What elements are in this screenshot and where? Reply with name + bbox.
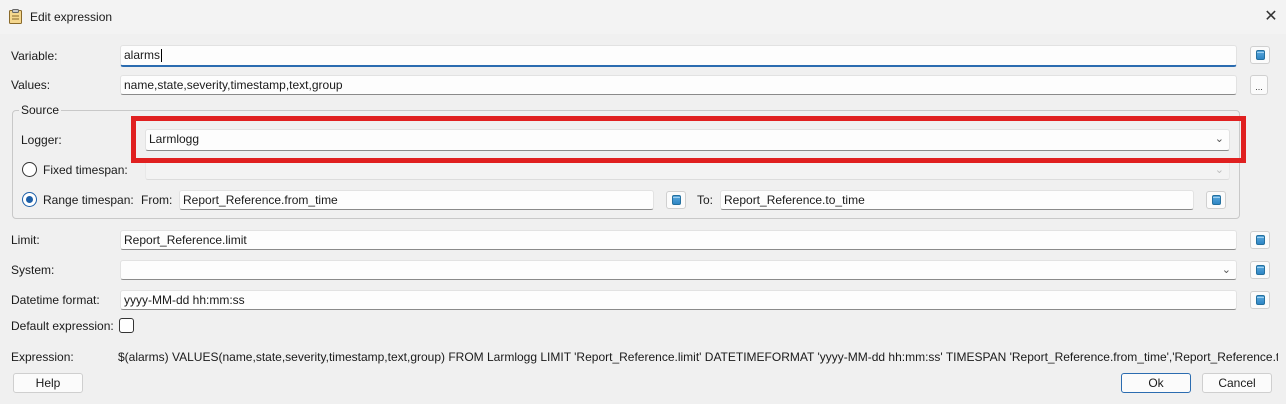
database-icon <box>672 195 681 205</box>
database-icon <box>1256 235 1265 245</box>
limit-value: Report_Reference.limit <box>124 233 247 247</box>
source-group-title: Source <box>19 103 62 117</box>
from-input[interactable]: Report_Reference.from_time <box>179 190 654 210</box>
to-label: To: <box>697 193 714 207</box>
values-browse-button[interactable]: ... <box>1250 75 1268 95</box>
limit-database-button[interactable] <box>1250 231 1270 249</box>
fixed-timespan-select[interactable]: ⌄ <box>145 160 1230 180</box>
variable-label: Variable: <box>11 49 58 63</box>
values-value: name,state,severity,timestamp,text,group <box>124 78 343 92</box>
highlight-box <box>131 116 1246 163</box>
to-value: Report_Reference.to_time <box>724 193 865 207</box>
logger-label: Logger: <box>21 133 62 147</box>
chevron-down-icon: ⌄ <box>1214 164 1224 176</box>
text-caret <box>161 49 163 63</box>
variable-input[interactable]: alarms <box>120 45 1237 67</box>
chevron-down-icon: ⌄ <box>1221 264 1231 276</box>
datetime-database-button[interactable] <box>1250 291 1270 309</box>
system-select[interactable]: ⌄ <box>120 260 1237 280</box>
variable-database-button[interactable] <box>1250 46 1270 64</box>
ok-button[interactable]: Ok <box>1121 373 1191 393</box>
fixed-timespan-label: Fixed timespan: <box>43 163 128 177</box>
system-database-button[interactable] <box>1250 261 1270 279</box>
database-icon <box>1256 265 1265 275</box>
database-icon <box>1256 50 1265 60</box>
clipboard-icon <box>9 9 22 24</box>
values-label: Values: <box>11 78 51 92</box>
system-label: System: <box>11 263 55 277</box>
limit-input[interactable]: Report_Reference.limit <box>120 230 1237 250</box>
limit-label: Limit: <box>11 233 40 247</box>
fixed-timespan-radio[interactable] <box>22 162 37 177</box>
values-input[interactable]: name,state,severity,timestamp,text,group <box>120 75 1237 95</box>
to-input[interactable]: Report_Reference.to_time <box>720 190 1194 210</box>
database-icon <box>1256 295 1265 305</box>
range-timespan-radio[interactable] <box>22 192 37 207</box>
variable-value: alarms <box>124 48 161 62</box>
from-database-button[interactable] <box>666 191 686 209</box>
range-timespan-label: Range timespan: <box>43 193 134 207</box>
database-icon <box>1212 195 1221 205</box>
expression-label: Expression: <box>11 350 74 364</box>
title-bar <box>0 0 1286 34</box>
datetime-format-value: yyyy-MM-dd hh:mm:ss <box>124 293 245 307</box>
datetime-format-input[interactable]: yyyy-MM-dd hh:mm:ss <box>120 290 1237 310</box>
default-expression-label: Default expression: <box>11 319 114 333</box>
help-button[interactable]: Help <box>13 373 83 393</box>
window-title: Edit expression <box>30 10 113 24</box>
from-value: Report_Reference.from_time <box>183 193 338 207</box>
from-label: From: <box>141 193 173 207</box>
datetime-format-label: Datetime format: <box>11 293 100 307</box>
cancel-button[interactable]: Cancel <box>1202 373 1272 393</box>
default-expression-checkbox[interactable] <box>119 318 134 333</box>
to-database-button[interactable] <box>1206 191 1226 209</box>
close-icon[interactable]: ✕ <box>1262 8 1280 26</box>
expression-value: $(alarms) VALUES(name,state,severity,tim… <box>118 350 1278 364</box>
